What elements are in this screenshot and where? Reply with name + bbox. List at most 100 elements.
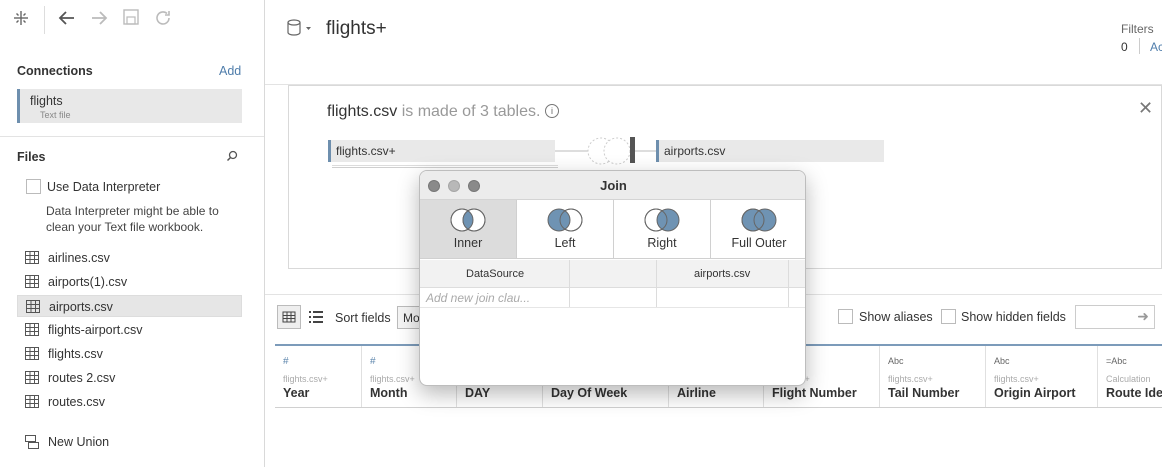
file-item-routes[interactable]: routes.csv	[17, 391, 242, 413]
new-union-label: New Union	[48, 435, 110, 449]
connection-type: Text file	[40, 110, 71, 120]
column-source: flights.csv+	[994, 374, 1039, 384]
file-label: routes 2.csv	[48, 371, 116, 385]
grid-header-bottom-line	[275, 407, 1162, 408]
add-filter-link[interactable]: Ac	[1150, 40, 1162, 54]
files-title: Files	[17, 150, 46, 164]
show-aliases-checkbox[interactable]	[838, 309, 853, 324]
number-type-icon[interactable]: #	[283, 356, 289, 367]
column-source: Calculation	[1106, 374, 1151, 384]
table-stack-shadow	[332, 165, 558, 168]
connection-item[interactable]: flights Text file	[17, 89, 242, 123]
canvas-title-sub: is made of 3 tables.	[397, 103, 541, 120]
join-right-header: airports.csv	[694, 268, 751, 280]
calculation-type-icon[interactable]: =Abc	[1106, 356, 1127, 366]
file-item-airports-1[interactable]: airports(1).csv	[17, 271, 242, 293]
toolbar-separator	[44, 6, 45, 34]
join-dialog-title: Join	[600, 178, 627, 193]
right-table-label: airports.csv	[664, 144, 726, 158]
table-icon	[25, 251, 39, 264]
new-union-button[interactable]: New Union	[25, 435, 109, 452]
new-union-icon	[25, 435, 39, 449]
column-source: flights.csv+	[370, 374, 415, 384]
join-type-full-outer[interactable]: Full Outer	[711, 200, 805, 259]
column-name: Tail Number	[888, 386, 960, 400]
right-join-icon	[644, 208, 680, 232]
forward-arrow-icon[interactable]	[89, 8, 109, 28]
file-label: flights.csv	[48, 347, 103, 361]
join-type-label: Left	[554, 236, 576, 250]
info-icon[interactable]: i	[545, 104, 559, 118]
column-header[interactable]: # flights.csv+ Year	[275, 346, 362, 408]
close-icon[interactable]: ✕	[1138, 98, 1153, 119]
datasource-title[interactable]: flights+	[326, 18, 387, 40]
join-clause-header: DataSource airports.csv	[420, 260, 805, 288]
sort-fields-label: Sort fields	[335, 311, 391, 325]
connections-title: Connections	[17, 64, 93, 78]
join-type-left[interactable]: Left	[517, 200, 614, 259]
file-item-routes-2[interactable]: routes 2.csv	[17, 367, 242, 389]
file-label: airlines.csv	[48, 251, 110, 265]
join-type-right[interactable]: Right	[614, 200, 711, 259]
join-type-inner[interactable]: Inner	[420, 200, 517, 259]
table-icon	[25, 275, 39, 288]
join-connector-icon[interactable]	[555, 134, 659, 170]
join-dialog-titlebar[interactable]: Join	[420, 171, 805, 200]
string-type-icon[interactable]: Abc	[888, 356, 904, 366]
left-table-box[interactable]: flights.csv+	[328, 140, 555, 162]
search-fields-input[interactable]: ➜	[1075, 305, 1155, 329]
refresh-icon[interactable]	[153, 8, 173, 28]
arrow-right-icon: ➜	[1137, 308, 1149, 324]
show-hidden-fields-checkbox[interactable]	[941, 309, 956, 324]
datasource-icon[interactable]	[287, 19, 313, 40]
column-name: Day Of Week	[551, 386, 628, 400]
sidebar-divider	[0, 136, 264, 137]
column-header[interactable]: =Abc Calculation Route Iden	[1098, 346, 1162, 408]
column-name: Route Iden	[1106, 386, 1162, 400]
file-item-flights[interactable]: flights.csv	[17, 343, 242, 365]
left-join-icon	[547, 208, 583, 232]
tableau-logo-icon[interactable]	[11, 8, 31, 28]
file-item-flights-airport[interactable]: flights-airport.csv	[17, 319, 242, 341]
search-files-icon[interactable]	[226, 150, 238, 165]
filters-count: 0	[1121, 40, 1128, 54]
inner-join-icon	[450, 208, 486, 232]
canvas-title: flights.csv is made of 3 tables.	[327, 103, 540, 121]
connection-name: flights	[30, 94, 63, 108]
file-label: airports(1).csv	[48, 275, 128, 289]
join-left-header: DataSource	[466, 268, 525, 280]
string-type-icon[interactable]: Abc	[994, 356, 1010, 366]
sidebar: Connections Add flights Text file Files …	[0, 0, 265, 467]
file-label: flights-airport.csv	[48, 323, 143, 337]
column-name: Year	[283, 386, 310, 400]
table-icon	[25, 347, 39, 360]
column-header[interactable]: Abc flights.csv+ Tail Number	[880, 346, 986, 408]
grid-view-button[interactable]	[277, 305, 301, 329]
join-type-label: Right	[647, 236, 677, 250]
canvas-title-main: flights.csv	[327, 103, 398, 120]
show-aliases-label: Show aliases	[859, 310, 933, 324]
join-dialog: Join Inner Left Right Full Outer DataSou…	[419, 170, 806, 386]
column-name: DAY	[465, 386, 491, 400]
column-name: Month	[370, 386, 408, 400]
filters-separator	[1139, 38, 1140, 54]
right-table-box[interactable]: airports.csv	[656, 140, 884, 162]
save-icon[interactable]	[121, 8, 141, 28]
join-type-label: Full Outer	[731, 236, 787, 250]
add-join-clause[interactable]: Add new join clau...	[426, 291, 530, 305]
data-interpreter-checkbox[interactable]	[26, 179, 41, 194]
join-clause-row[interactable]: Add new join clau...	[420, 288, 805, 308]
table-icon	[26, 300, 40, 313]
add-connection-link[interactable]: Add	[219, 64, 241, 78]
left-table-label: flights.csv+	[336, 144, 396, 158]
back-arrow-icon[interactable]	[57, 8, 77, 28]
file-item-airports[interactable]: airports.csv	[17, 295, 242, 317]
number-type-icon[interactable]: #	[370, 356, 376, 367]
file-item-airlines[interactable]: airlines.csv	[17, 247, 242, 269]
file-label: routes.csv	[48, 395, 105, 409]
data-interpreter-description: Data Interpreter might be able to clean …	[46, 204, 219, 234]
list-view-icon[interactable]	[309, 310, 323, 324]
column-header[interactable]: Abc flights.csv+ Origin Airport	[986, 346, 1098, 408]
data-interpreter-label: Use Data Interpreter	[47, 180, 161, 194]
file-label: airports.csv	[49, 300, 113, 314]
